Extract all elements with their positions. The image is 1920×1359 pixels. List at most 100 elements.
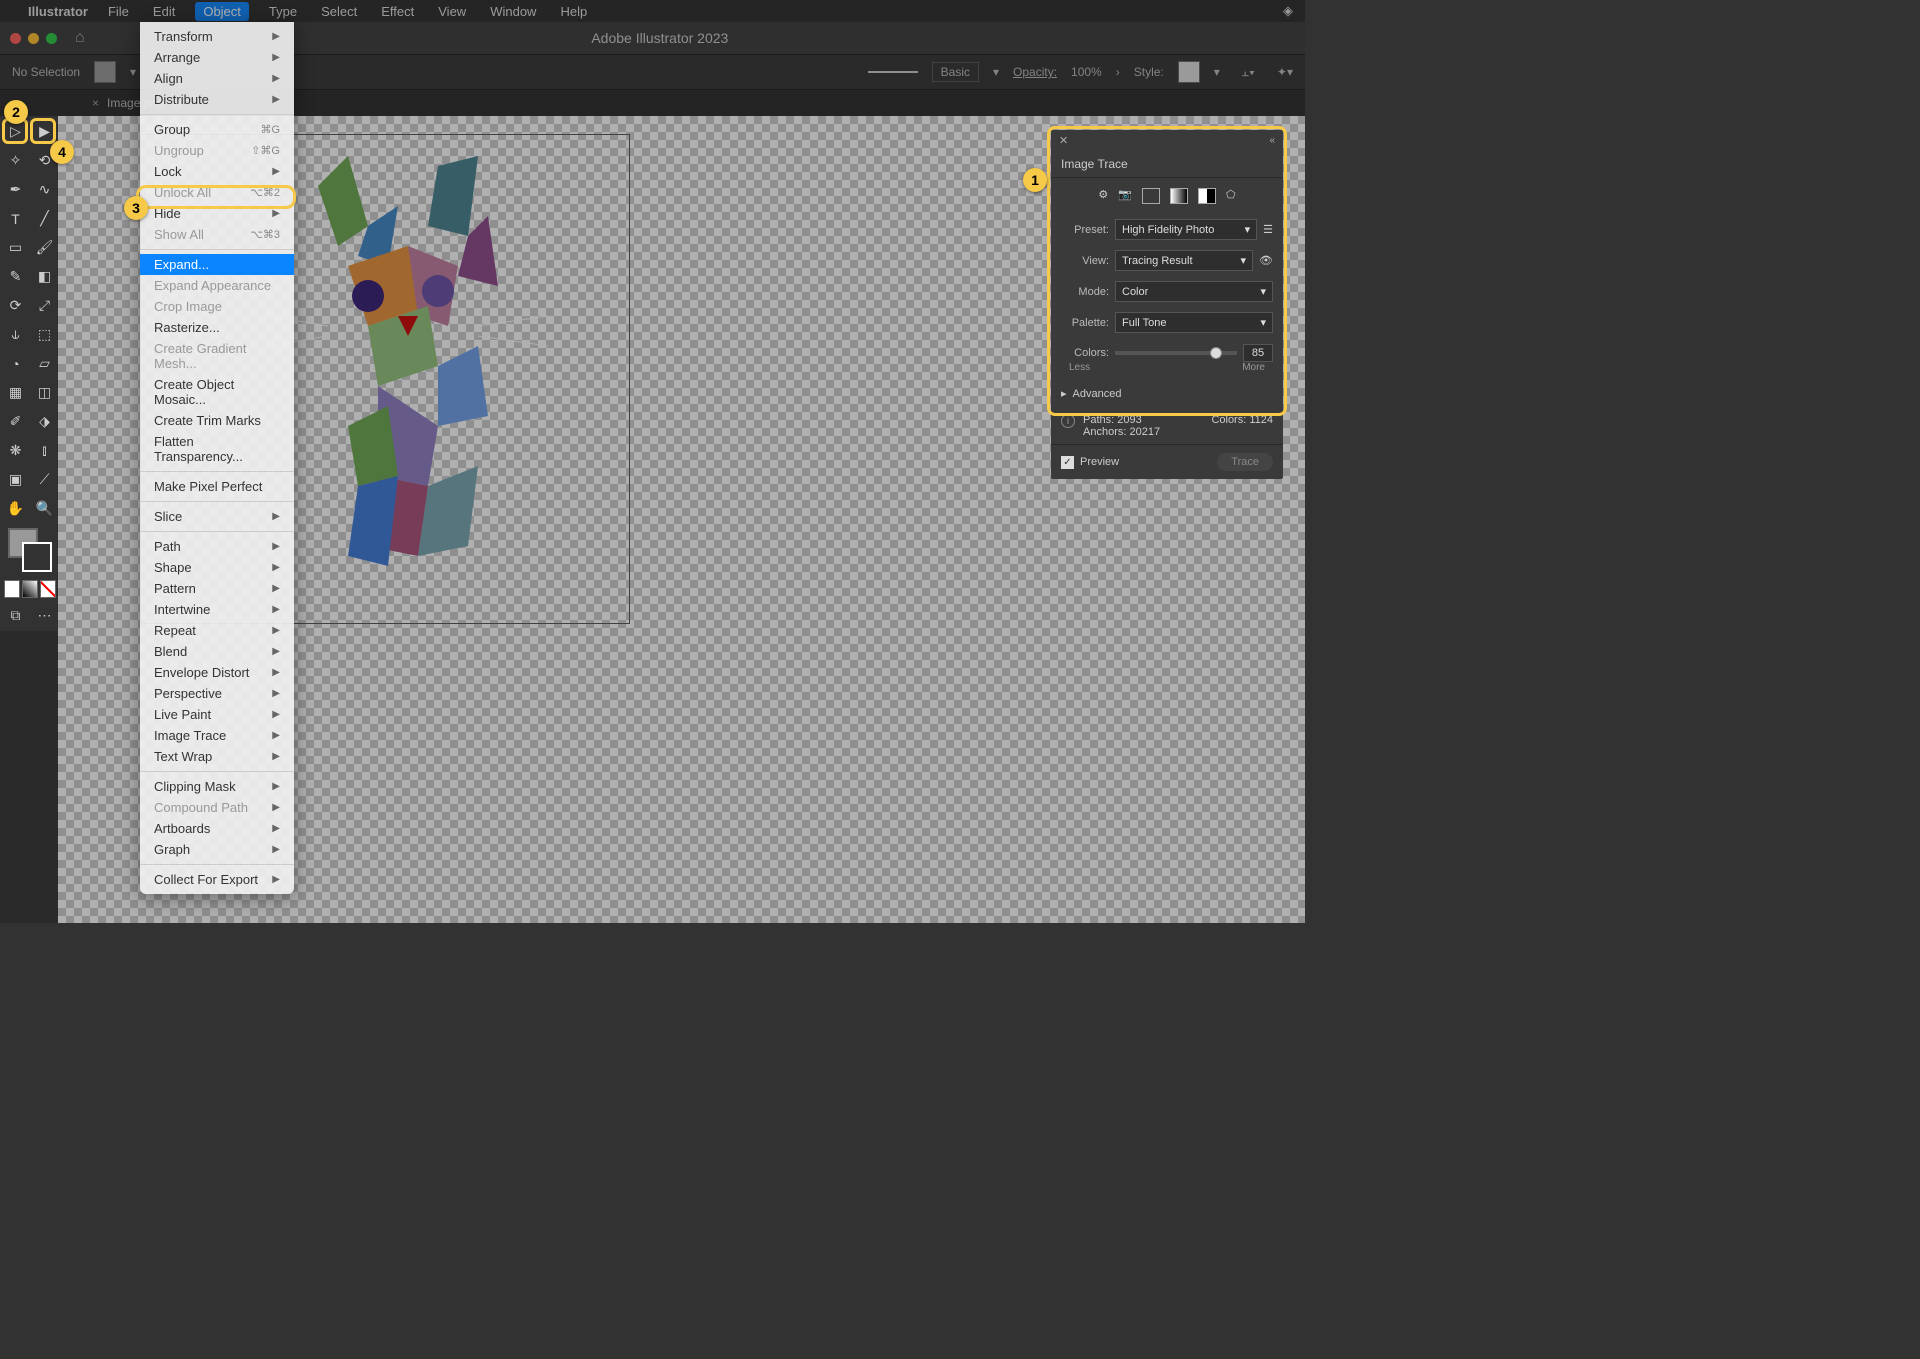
menu-edit[interactable]: Edit [149,2,179,21]
menu-item-collect-for-export[interactable]: Collect For Export▶ [140,869,294,890]
menu-object[interactable]: Object [195,2,249,21]
menu-item-make-pixel-perfect[interactable]: Make Pixel Perfect [140,476,294,497]
menu-item-text-wrap[interactable]: Text Wrap▶ [140,746,294,767]
highlight-expand-item [136,185,296,209]
none-color-button[interactable] [40,580,56,598]
gradient-tool[interactable]: ◫ [31,379,58,406]
shaper-tool[interactable]: ✎ [2,263,29,290]
menu-item-blend[interactable]: Blend▶ [140,641,294,662]
paintbrush-tool[interactable]: 🖌 [31,234,58,261]
app-name[interactable]: Illustrator [28,4,88,19]
menu-item-group[interactable]: Group⌘G [140,119,294,140]
menu-item-arrange[interactable]: Arrange▶ [140,47,294,68]
color-mode-row [2,578,58,600]
slice-tool[interactable]: ⟋ [31,466,58,493]
zoom-tool[interactable]: 🔍 [31,495,58,522]
free-transform-tool[interactable]: ⬚ [31,321,58,348]
eraser-tool[interactable]: ◧ [31,263,58,290]
mac-menu-bar: Illustrator File Edit Object Type Select… [0,0,1305,22]
artboard-tool[interactable]: ▣ [2,466,29,493]
opacity-value[interactable]: 100% [1071,65,1102,79]
menu-item-artboards[interactable]: Artboards▶ [140,818,294,839]
hand-tool[interactable]: ✋ [2,495,29,522]
badge-3: 3 [124,196,148,220]
menu-item-repeat[interactable]: Repeat▶ [140,620,294,641]
menu-item-ungroup: Ungroup⇧⌘G [140,140,294,161]
preview-checkbox[interactable]: ✓ [1061,456,1074,469]
stroke-preview [868,71,918,73]
menu-item-create-gradient-mesh-: Create Gradient Mesh... [140,338,294,374]
menu-effect[interactable]: Effect [377,2,418,21]
menu-item-shape[interactable]: Shape▶ [140,557,294,578]
eyedropper-tool[interactable]: ✐ [2,408,29,435]
menu-window[interactable]: Window [486,2,540,21]
menu-item-graph[interactable]: Graph▶ [140,839,294,860]
maximize-window-button[interactable] [46,33,57,44]
trace-button[interactable]: Trace [1217,453,1273,471]
perspective-tool[interactable]: ▱ [31,350,58,377]
menu-item-envelope-distort[interactable]: Envelope Distort▶ [140,662,294,683]
blend-tool[interactable]: ⬗ [31,408,58,435]
chevron-down-icon[interactable]: ▾ [1214,65,1220,79]
menu-item-lock[interactable]: Lock▶ [140,161,294,182]
menu-item-create-trim-marks[interactable]: Create Trim Marks [140,410,294,431]
tab-close-button[interactable]: × [92,96,99,110]
chevron-right-icon[interactable]: › [1116,65,1120,79]
menu-item-align[interactable]: Align▶ [140,68,294,89]
minimize-window-button[interactable] [28,33,39,44]
type-tool[interactable]: T [2,205,29,232]
cc-icon[interactable]: ◈ [1283,3,1293,19]
scale-tool[interactable]: ⤢ [31,292,58,319]
graph-tool[interactable]: ⫾ [31,437,58,464]
line-tool[interactable]: ╱ [31,205,58,232]
traffic-lights [10,33,57,44]
magic-wand-tool[interactable]: ✧ [2,147,29,174]
curvature-tool[interactable]: ∿ [31,176,58,203]
rotate-tool[interactable]: ⟳ [2,292,29,319]
transform-icon[interactable]: ✦▾ [1277,65,1293,79]
menu-item-create-object-mosaic-[interactable]: Create Object Mosaic... [140,374,294,410]
menu-select[interactable]: Select [317,2,361,21]
rectangle-tool[interactable]: ▭ [2,234,29,261]
menu-item-intertwine[interactable]: Intertwine▶ [140,599,294,620]
badge-1: 1 [1023,168,1047,192]
align-icon[interactable]: ⫠▾ [1242,65,1255,80]
menu-item-clipping-mask[interactable]: Clipping Mask▶ [140,776,294,797]
screen-mode-icon[interactable]: ⧉ [2,602,29,629]
menu-item-pattern[interactable]: Pattern▶ [140,578,294,599]
edit-toolbar-icon[interactable]: ⋯ [31,602,58,629]
pen-tool[interactable]: ✒ [2,176,29,203]
fill-swatch[interactable] [94,61,116,83]
style-swatch[interactable] [1178,61,1200,83]
traced-image[interactable] [258,146,558,606]
opacity-label[interactable]: Opacity: [1013,65,1057,79]
menu-item-transform[interactable]: Transform▶ [140,26,294,47]
menu-view[interactable]: View [434,2,470,21]
menu-item-flatten-transparency-[interactable]: Flatten Transparency... [140,431,294,467]
solid-color-button[interactable] [4,580,20,598]
menu-item-path[interactable]: Path▶ [140,536,294,557]
gradient-button[interactable] [22,580,38,598]
symbol-sprayer-tool[interactable]: ❋ [2,437,29,464]
menu-item-perspective[interactable]: Perspective▶ [140,683,294,704]
menu-item-expand-[interactable]: Expand... [140,254,294,275]
menu-item-rasterize-[interactable]: Rasterize... [140,317,294,338]
menu-help[interactable]: Help [556,2,591,21]
menu-type[interactable]: Type [265,2,301,21]
width-tool[interactable]: ⫝ [2,321,29,348]
home-icon[interactable]: ⌂ [75,29,85,47]
highlight-trace-panel [1047,126,1287,416]
menu-item-live-paint[interactable]: Live Paint▶ [140,704,294,725]
stroke-style-select[interactable]: Basic [932,62,979,82]
menu-item-distribute[interactable]: Distribute▶ [140,89,294,110]
chevron-down-icon[interactable]: ▾ [993,65,999,79]
close-window-button[interactable] [10,33,21,44]
fill-stroke-control[interactable] [2,524,58,576]
menu-item-slice[interactable]: Slice▶ [140,506,294,527]
chevron-down-icon[interactable]: ▾ [130,65,136,79]
menu-item-image-trace[interactable]: Image Trace▶ [140,725,294,746]
mesh-tool[interactable]: ▦ [2,379,29,406]
menu-item-crop-image: Crop Image [140,296,294,317]
shape-builder-tool[interactable]: ◔ [2,350,29,377]
menu-file[interactable]: File [104,2,133,21]
